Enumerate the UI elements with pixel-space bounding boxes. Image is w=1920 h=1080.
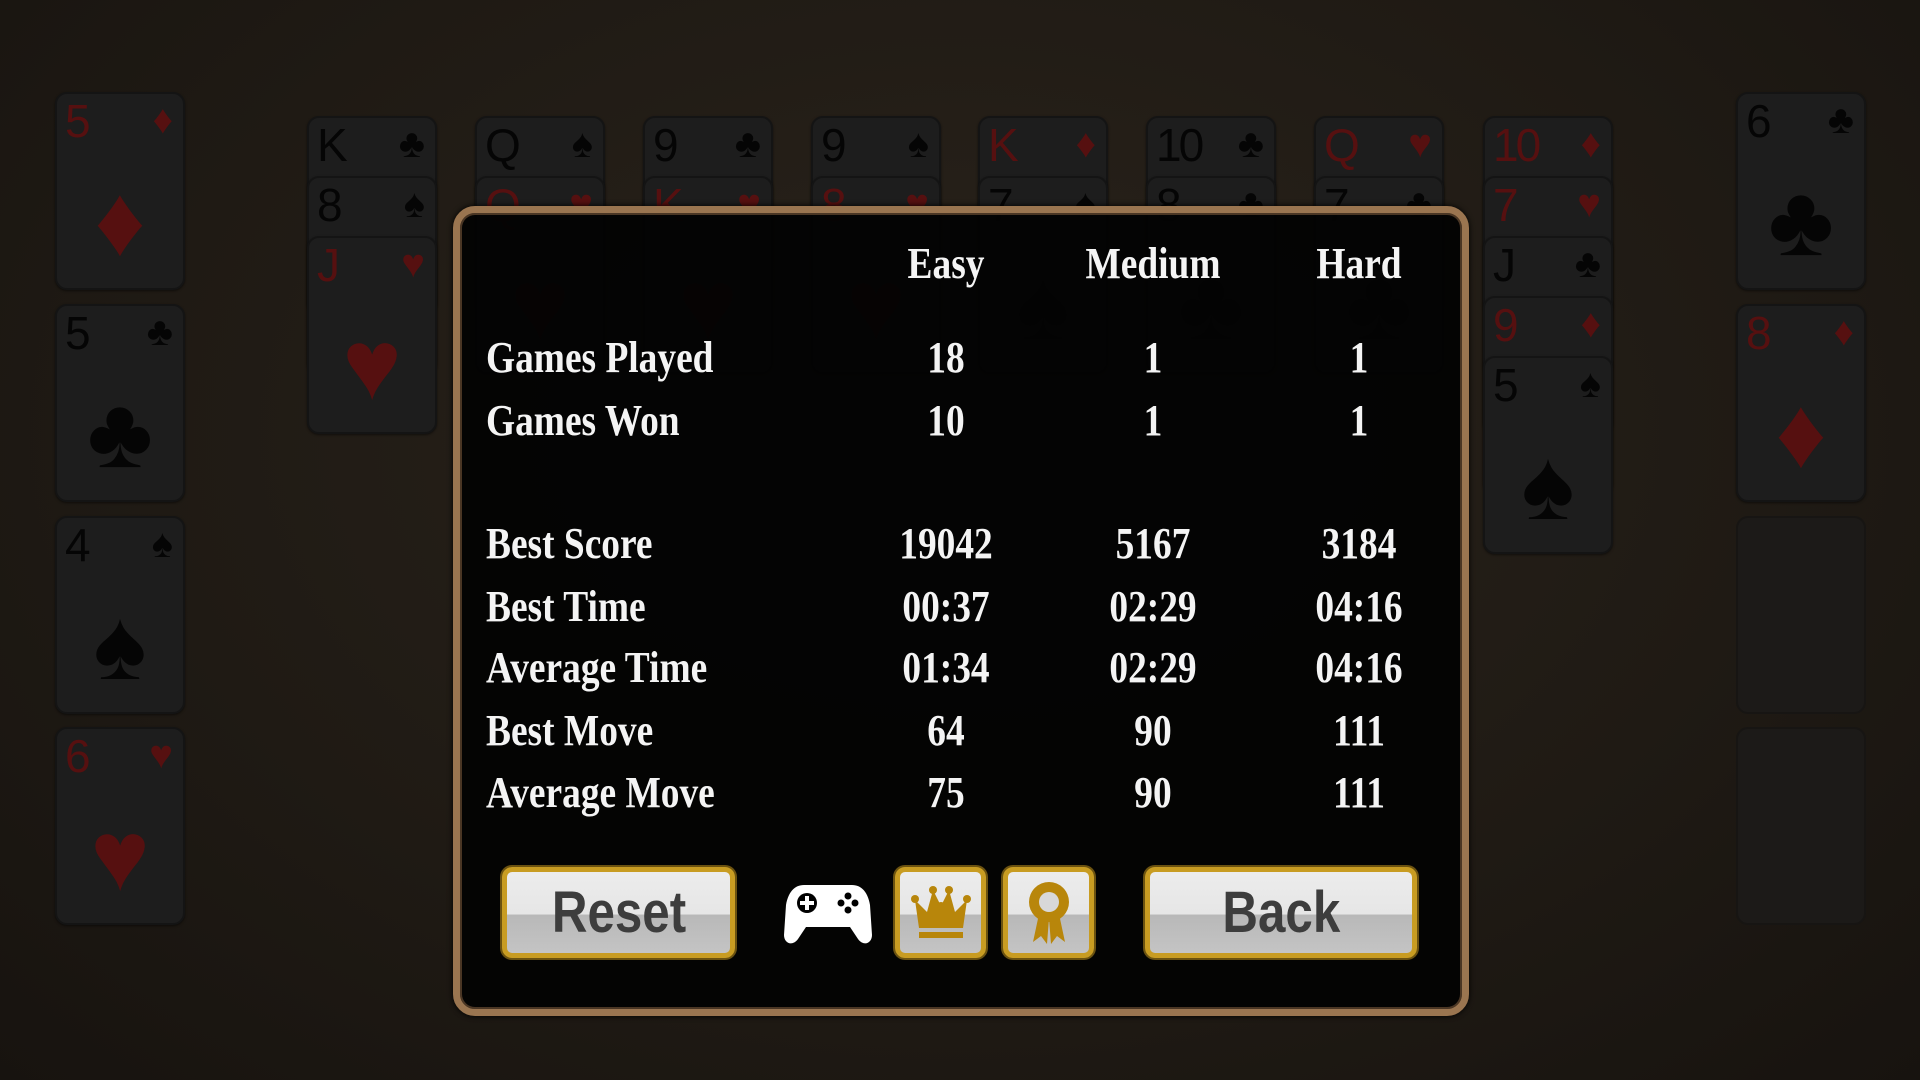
gamepad-icon[interactable] xyxy=(784,883,872,947)
playing-card[interactable]: 6 ♣ ♣ xyxy=(1736,92,1866,290)
card-suit-icon: ♣ xyxy=(734,121,761,166)
card-rank: 9 xyxy=(821,119,847,171)
card-suit-icon: ♦ xyxy=(1580,121,1601,166)
card-center-suit-icon: ♦ xyxy=(94,166,146,277)
playing-card[interactable]: 8 ♦ ♦ xyxy=(1736,304,1866,502)
card-suit-icon: ♥ xyxy=(1408,121,1432,166)
card-rank: J xyxy=(317,239,340,291)
card-suit-icon: ♦ xyxy=(152,97,173,142)
card-center-suit-icon: ♣ xyxy=(1768,166,1834,277)
card-center-suit-icon: ♠ xyxy=(93,590,147,701)
stat-label: Games Played xyxy=(486,333,714,382)
stat-label: Best Score xyxy=(486,519,653,568)
card-rank: 8 xyxy=(1746,307,1772,359)
card-center-suit-icon: ♣ xyxy=(87,378,153,489)
stat-value: 00:37 xyxy=(902,582,990,631)
card-suit-icon: ♦ xyxy=(1075,121,1096,166)
playing-card[interactable]: 4 ♠ ♠ xyxy=(55,516,185,714)
card-rank: 5 xyxy=(1493,359,1519,411)
stat-value: 90 xyxy=(1134,706,1172,755)
playing-card[interactable]: 6 ♥ ♥ xyxy=(55,727,185,925)
card-rank: 10 xyxy=(1156,119,1204,171)
playing-card[interactable]: 5 ♠ ♠ xyxy=(1483,356,1613,554)
card-suit-icon: ♠ xyxy=(151,521,173,566)
card-suit-icon: ♠ xyxy=(1579,361,1601,406)
card-suit-icon: ♠ xyxy=(907,121,929,166)
stat-label: Best Move xyxy=(486,706,654,755)
card-center-suit-icon: ♥ xyxy=(342,310,402,421)
stat-value: 5167 xyxy=(1115,519,1191,568)
stat-value: 64 xyxy=(927,706,965,755)
card-rank: 6 xyxy=(65,730,91,782)
stat-value: 111 xyxy=(1333,768,1385,817)
card-center-suit-icon: ♦ xyxy=(1775,378,1827,489)
card-suit-icon: ♣ xyxy=(146,309,173,354)
stat-value: 18 xyxy=(927,333,965,382)
stat-value: 04:16 xyxy=(1315,582,1403,631)
reset-button[interactable]: Reset xyxy=(502,867,735,958)
card-center-suit-icon: ♥ xyxy=(90,801,150,912)
stat-value: 1 xyxy=(1349,333,1369,382)
card-rank: 7 xyxy=(1493,179,1519,231)
stat-label: Average Move xyxy=(486,768,715,817)
card-suit-icon: ♥ xyxy=(401,241,425,286)
card-center-suit-icon: ♠ xyxy=(1521,430,1575,541)
foundation-slot[interactable] xyxy=(1736,727,1866,925)
stat-value: 90 xyxy=(1134,768,1172,817)
card-suit-icon: ♣ xyxy=(1237,121,1264,166)
card-rank: Q xyxy=(1324,119,1360,171)
stat-value: 01:34 xyxy=(902,643,990,692)
achievements-button[interactable] xyxy=(1003,867,1094,958)
card-suit-icon: ♣ xyxy=(1827,97,1854,142)
stat-value: 1 xyxy=(1143,333,1163,382)
card-rank: 6 xyxy=(1746,95,1772,147)
card-rank: Q xyxy=(485,119,521,171)
card-suit-icon: ♦ xyxy=(1833,309,1854,354)
card-rank: 5 xyxy=(65,95,91,147)
stat-value: 1 xyxy=(1349,396,1369,445)
playing-card[interactable]: J ♥ ♥ xyxy=(307,236,437,434)
stat-value: 19042 xyxy=(899,519,993,568)
column-header-hard: Hard xyxy=(1316,239,1402,288)
column-header-medium: Medium xyxy=(1085,239,1221,288)
card-rank: J xyxy=(1493,239,1516,291)
stat-value: 1 xyxy=(1143,396,1163,445)
column-header-easy: Easy xyxy=(907,239,985,288)
leaderboard-button[interactable] xyxy=(895,867,986,958)
stat-label: Games Won xyxy=(486,396,680,445)
card-rank: 5 xyxy=(65,307,91,359)
stat-label: Best Time xyxy=(486,582,646,631)
ribbon-award-icon xyxy=(1028,881,1069,944)
card-rank: 4 xyxy=(65,519,91,571)
card-rank: K xyxy=(988,119,1019,171)
statistics-dialog: Reset Back Easy Medium Hard Games Played 18 1… xyxy=(453,206,1469,1016)
card-suit-icon: ♣ xyxy=(398,121,425,166)
playing-card[interactable]: 5 ♦ ♦ xyxy=(55,92,185,290)
stat-value: 111 xyxy=(1333,706,1385,755)
card-rank: 9 xyxy=(1493,299,1519,351)
stat-value: 02:29 xyxy=(1109,582,1197,631)
stat-value: 75 xyxy=(927,768,965,817)
foundation-slot[interactable] xyxy=(1736,516,1866,714)
card-suit-icon: ♠ xyxy=(571,121,593,166)
card-suit-icon: ♣ xyxy=(1574,241,1601,286)
card-suit-icon: ♠ xyxy=(403,181,425,226)
stat-value: 10 xyxy=(927,396,965,445)
stat-value: 3184 xyxy=(1321,519,1397,568)
playing-card[interactable]: 5 ♣ ♣ xyxy=(55,304,185,502)
stat-value: 04:16 xyxy=(1315,643,1403,692)
card-suit-icon: ♥ xyxy=(149,732,173,777)
stat-label: Average Time xyxy=(486,643,708,692)
card-rank: 9 xyxy=(653,119,679,171)
card-rank: 10 xyxy=(1493,119,1541,171)
card-rank: 8 xyxy=(317,179,343,231)
back-button[interactable]: Back xyxy=(1145,867,1417,958)
stat-value: 02:29 xyxy=(1109,643,1197,692)
card-rank: K xyxy=(317,119,348,171)
card-suit-icon: ♦ xyxy=(1580,301,1601,346)
crown-icon xyxy=(910,885,971,938)
card-suit-icon: ♥ xyxy=(1577,181,1601,226)
